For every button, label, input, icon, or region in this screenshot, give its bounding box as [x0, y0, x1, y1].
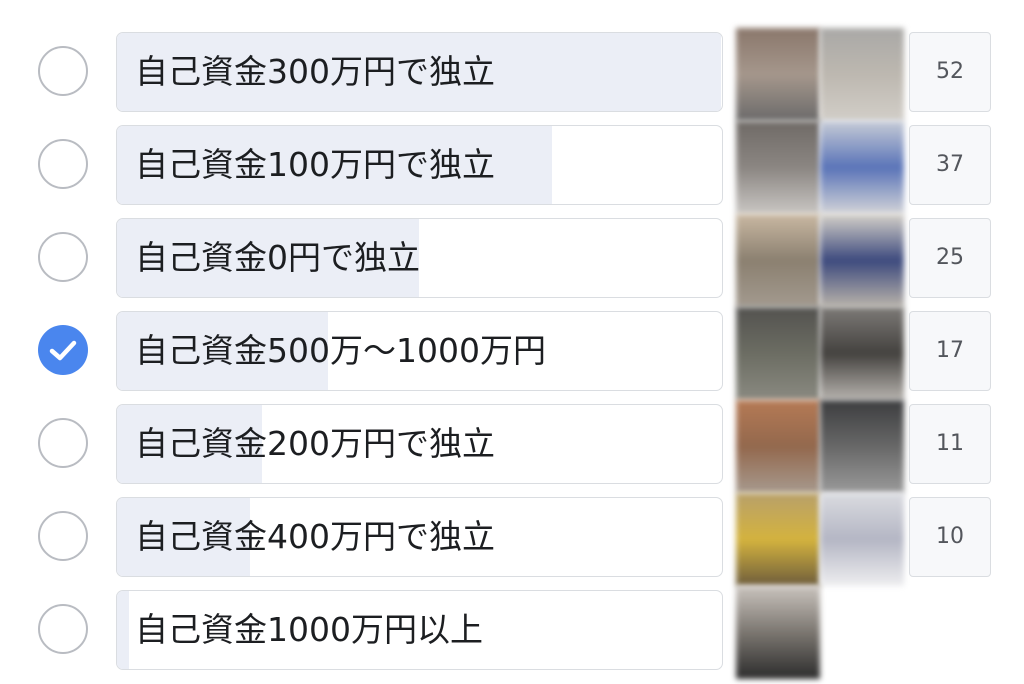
checkmark-icon — [49, 340, 77, 361]
vote-count[interactable]: 17 — [909, 311, 991, 391]
vote-count[interactable]: 25 — [909, 218, 991, 298]
poll-option-box[interactable]: 自己資金500万〜1000万円 — [116, 311, 723, 391]
poll-option-radio[interactable] — [38, 232, 88, 282]
voter-avatar — [736, 307, 820, 400]
voter-avatar — [736, 400, 820, 493]
voter-avatars[interactable] — [736, 214, 904, 307]
voter-avatars[interactable] — [736, 400, 904, 493]
poll-option-label: 自己資金200万円で独立 — [135, 424, 495, 463]
voter-avatar — [736, 214, 820, 307]
voter-avatar — [736, 586, 820, 679]
poll-option-box[interactable]: 自己資金1000万円以上 — [116, 590, 723, 670]
poll-option-label: 自己資金300万円で独立 — [135, 52, 495, 91]
vote-count[interactable]: 11 — [909, 404, 991, 484]
vote-count[interactable]: 52 — [909, 32, 991, 112]
vote-progress-fill — [117, 591, 129, 669]
poll-option-box[interactable]: 自己資金0円で独立 — [116, 218, 723, 298]
voter-avatar — [820, 400, 904, 493]
voter-avatar — [820, 493, 904, 586]
poll-option-box[interactable]: 自己資金200万円で独立 — [116, 404, 723, 484]
poll-option-box[interactable]: 自己資金400万円で独立 — [116, 497, 723, 577]
poll-option-checked-radio[interactable] — [38, 325, 88, 375]
voter-avatars[interactable] — [736, 121, 904, 214]
voter-avatar — [736, 121, 820, 214]
poll-option-box[interactable]: 自己資金100万円で独立 — [116, 125, 723, 205]
voter-avatar — [736, 493, 820, 586]
voter-avatar — [820, 28, 904, 121]
voter-avatars[interactable] — [736, 28, 904, 121]
voter-avatars[interactable] — [736, 493, 904, 586]
poll-option-box[interactable]: 自己資金300万円で独立 — [116, 32, 723, 112]
poll-option-label: 自己資金500万〜1000万円 — [135, 331, 546, 370]
poll-options-list: 自己資金300万円で独立 52 自己資金100万円で独立 37 自己資金0円で独立 25 自… — [0, 0, 1024, 684]
poll-option-label: 自己資金0円で独立 — [135, 238, 420, 277]
poll-option-row: 自己資金0円で独立 25 — [0, 214, 1024, 307]
poll-option-row: 自己資金500万〜1000万円 17 — [0, 307, 1024, 400]
poll-option-row: 自己資金100万円で独立 37 — [0, 121, 1024, 214]
poll-option-radio[interactable] — [38, 46, 88, 96]
voter-avatar — [736, 28, 820, 121]
voter-avatars[interactable] — [736, 307, 904, 400]
poll-option-row: 自己資金400万円で独立 10 — [0, 493, 1024, 586]
poll-option-radio[interactable] — [38, 139, 88, 189]
poll-option-label: 自己資金1000万円以上 — [135, 610, 483, 649]
voter-avatar — [820, 121, 904, 214]
vote-count[interactable]: 10 — [909, 497, 991, 577]
poll-option-radio[interactable] — [38, 418, 88, 468]
poll-option-row: 自己資金1000万円以上 — [0, 586, 1024, 679]
poll-option-row: 自己資金200万円で独立 11 — [0, 400, 1024, 493]
poll-option-label: 自己資金400万円で独立 — [135, 517, 495, 556]
poll-option-row: 自己資金300万円で独立 52 — [0, 28, 1024, 121]
poll-option-radio[interactable] — [38, 511, 88, 561]
voter-avatars[interactable] — [736, 586, 904, 679]
voter-avatar — [820, 214, 904, 307]
poll-option-radio[interactable] — [38, 604, 88, 654]
poll-option-label: 自己資金100万円で独立 — [135, 145, 495, 184]
vote-count[interactable]: 37 — [909, 125, 991, 205]
voter-avatar — [820, 307, 904, 400]
